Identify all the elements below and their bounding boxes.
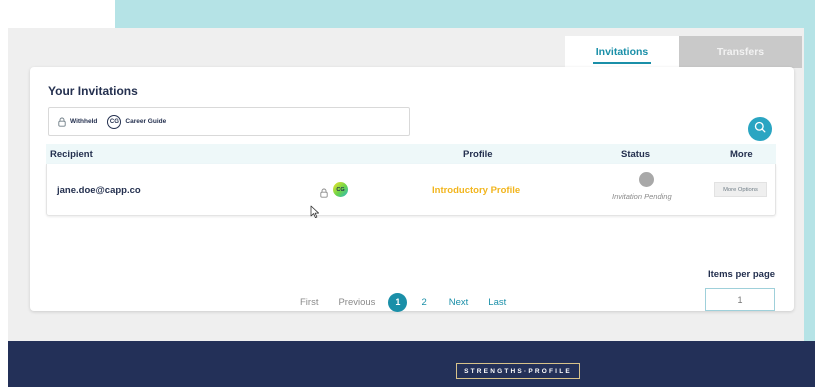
footer-logo[interactable]: STRENGTHS·PROFILE (456, 363, 580, 379)
withheld-label: Withheld (70, 118, 98, 125)
status-text: Invitation Pending (612, 192, 672, 201)
invitations-card: Your Invitations Withheld CG Career Guid… (30, 67, 794, 312)
filter-box[interactable]: Withheld CG Career Guide (48, 107, 410, 136)
profile-link[interactable]: Introductory Profile (432, 185, 520, 196)
more-options-button[interactable]: More Options (714, 182, 767, 197)
items-per-page-label: Items per page (708, 269, 776, 280)
lock-icon (57, 116, 66, 127)
card-title: Your Invitations (48, 84, 138, 98)
tab-bar: Invitations Transfers (565, 36, 802, 68)
tab-invitations[interactable]: Invitations (565, 36, 679, 68)
career-guide-label: Career Guide (125, 118, 167, 125)
footer: STRENGTHS·PROFILE (8, 341, 815, 387)
pagination: First Previous 1 2 Next Last (300, 292, 506, 312)
tab-transfers[interactable]: Transfers (679, 36, 802, 68)
header-profile: Profile (463, 149, 493, 160)
top-strip-white (0, 0, 115, 28)
recipient-email: jane.doe@capp.co (57, 185, 141, 196)
items-per-page-input[interactable] (705, 288, 775, 311)
table-row: jane.doe@capp.co CG Introductory Profile… (46, 164, 776, 216)
status-indicator (639, 172, 654, 187)
lock-icon (320, 185, 328, 203)
search-icon (754, 120, 766, 138)
career-guide-badge: CG (107, 114, 122, 129)
pagination-next[interactable]: Next (449, 297, 469, 308)
cursor-icon (310, 205, 320, 219)
career-guide-badge: CG (333, 182, 348, 197)
right-edge-banner (804, 28, 815, 348)
table-header: Recipient Profile Status More (46, 144, 776, 164)
header-recipient: Recipient (50, 149, 93, 160)
header-more: More (730, 149, 753, 160)
top-strip-banner (115, 0, 815, 28)
pagination-last[interactable]: Last (488, 297, 506, 308)
pagination-page-2[interactable]: 2 (421, 297, 426, 308)
header-status: Status (621, 149, 651, 160)
pagination-page-1[interactable]: 1 (388, 292, 408, 312)
search-button[interactable] (748, 117, 772, 141)
pagination-first[interactable]: First (300, 297, 318, 308)
main-page: Invitations Transfers Your Invitations W… (8, 28, 804, 341)
pagination-previous[interactable]: Previous (338, 297, 375, 308)
